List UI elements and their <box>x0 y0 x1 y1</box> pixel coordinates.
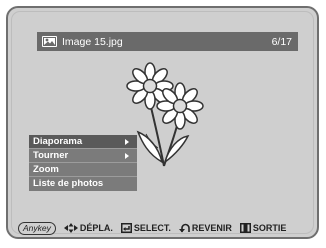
options-menu: Diaporama Tourner Zoom Liste de photos <box>29 135 137 191</box>
menu-item-zoom[interactable]: Zoom <box>29 163 137 177</box>
menu-item-tourner[interactable]: Tourner <box>29 149 137 163</box>
return-icon <box>178 223 190 233</box>
menu-item-diaporama[interactable]: Diaporama <box>29 135 137 149</box>
tv-screen: Image 15.jpg 6/17 Diaporama Tourner Zoom… <box>6 6 319 239</box>
menu-item-label: Liste de photos <box>33 178 104 189</box>
select-label: SELECT. <box>133 223 171 233</box>
image-icon <box>42 36 57 47</box>
file-name: Image 15.jpg <box>62 35 123 48</box>
return-label: REVENIR <box>191 223 232 233</box>
exit-hint: SORTIE <box>239 223 287 233</box>
exit-label: SORTIE <box>252 223 287 233</box>
move-label: DÉPLA. <box>79 223 113 233</box>
submenu-arrow-icon <box>125 139 129 145</box>
exit-icon <box>239 223 251 233</box>
direction-arrows-icon <box>63 223 78 233</box>
anykey-button[interactable]: Anykey <box>18 221 56 235</box>
photo-counter: 6/17 <box>271 35 292 48</box>
return-hint: REVENIR <box>178 223 232 233</box>
key-guide: Anykey DÉPLA. SELECT. REVENIR SORTIE <box>8 219 317 237</box>
submenu-arrow-icon <box>125 153 129 159</box>
menu-item-label: Diaporama <box>33 136 83 147</box>
menu-item-liste-de-photos[interactable]: Liste de photos <box>29 177 137 191</box>
menu-item-label: Zoom <box>33 164 59 175</box>
enter-icon <box>120 223 132 233</box>
move-hint: DÉPLA. <box>63 223 113 233</box>
menu-item-label: Tourner <box>33 150 69 161</box>
select-hint: SELECT. <box>120 223 171 233</box>
title-bar: Image 15.jpg 6/17 <box>37 32 298 51</box>
